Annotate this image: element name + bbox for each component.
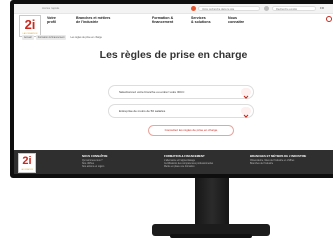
footer-logo-text: 2i	[22, 155, 32, 167]
chevron-down-icon	[241, 107, 251, 118]
breadcrumb: Accueil Formation & financement Les règl…	[22, 35, 104, 40]
footer-link[interactable]: Nos actions en région	[82, 166, 107, 169]
accessibility-icon[interactable]	[191, 6, 196, 11]
job-search-pill[interactable]: Recherche emploi	[272, 6, 316, 11]
footer-column: FORMATION & FINANCEMENT L'alternance et …	[164, 154, 213, 170]
monitor-stand-neck	[195, 178, 229, 226]
breadcrumb-item[interactable]: Accueil	[22, 35, 34, 40]
flag-label[interactable]: FR	[320, 6, 324, 10]
branch-select-value: Sélectionnez votre branche ou entrez vot…	[119, 90, 185, 94]
nav-formation[interactable]: Formation & financement	[152, 16, 173, 25]
footer-logo[interactable]: 2i LA FORMATION	[18, 153, 36, 173]
monitor-frame: Accès rapide Votre recherche dans le sit…	[10, 0, 333, 178]
submit-button[interactable]: Consultez les règles de prise en charge	[148, 125, 234, 136]
user-icon[interactable]	[264, 6, 269, 11]
nav-services[interactable]: Services & solutions	[191, 16, 211, 25]
footer-heading: FORMATION & FINANCEMENT	[164, 154, 205, 158]
footer-link[interactable]: Branches de l'industrie	[250, 163, 306, 166]
chevron-down-icon	[241, 88, 251, 99]
footer-logo-subtitle: LA FORMATION	[21, 170, 33, 171]
footer-heading: BRANCHES ET MÉTIERS DE L'INDUSTRIE	[250, 154, 307, 158]
utility-topbar: Accès rapide Votre recherche dans le sit…	[14, 4, 333, 14]
company-size-select[interactable]: Entreprise de moins de 50 salariés	[108, 104, 254, 118]
page-title: Les règles de prise en charge	[99, 49, 248, 61]
logo-text: 2i	[24, 17, 36, 32]
breadcrumb-current: Les règles de prise en charge	[70, 36, 102, 39]
website-screen: Accès rapide Votre recherche dans le sit…	[14, 4, 333, 174]
breadcrumb-item[interactable]: Formation & financement	[35, 35, 67, 40]
nav-branches[interactable]: Branches et métiers de l'industrie	[76, 16, 110, 25]
site-footer: 2i LA FORMATION NOUS CONNAÎTRE Qui somme…	[14, 150, 333, 174]
contact-icon[interactable]	[326, 16, 332, 22]
footer-heading: NOUS CONNAÎTRE	[82, 154, 108, 158]
footer-column: NOUS CONNAÎTRE Qui sommes-nous ? Nos chi…	[82, 154, 107, 170]
branch-select[interactable]: Sélectionnez votre branche ou entrez vot…	[108, 85, 254, 99]
skip-link[interactable]: Accès rapide	[42, 6, 59, 10]
footer-column: BRANCHES ET MÉTIERS DE L'INDUSTRIE Obser…	[250, 154, 306, 166]
footer-link[interactable]: Mettre en place une formation	[164, 166, 213, 169]
monitor-stand-foot	[170, 234, 252, 238]
nav-profil[interactable]: Votre profil	[47, 16, 56, 25]
nav-connaitre[interactable]: Nous connaître	[228, 16, 244, 25]
site-search-pill[interactable]: Votre recherche dans le site	[198, 6, 260, 11]
company-size-value: Entreprise de moins de 50 salariés	[119, 109, 166, 113]
header-logo[interactable]: 2i LA FORMATION	[19, 15, 41, 37]
